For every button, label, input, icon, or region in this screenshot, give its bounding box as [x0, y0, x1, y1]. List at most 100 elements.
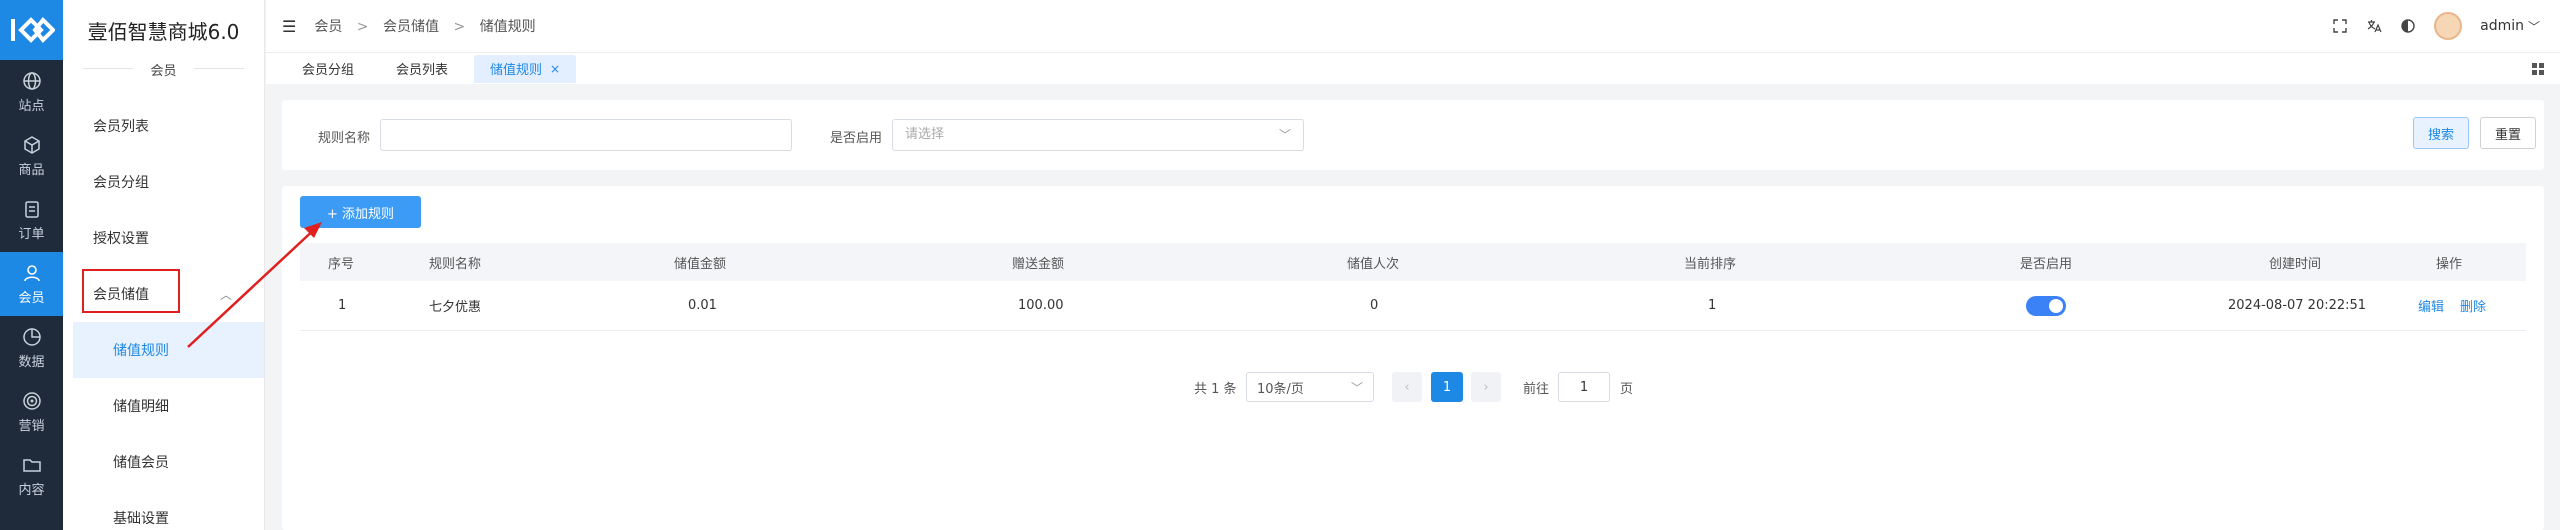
sub-sidebar: 壹佰智慧商城6.0 会员 会员列表 会员分组 授权设置 会员储值 ︿ 储值规则 …	[63, 0, 265, 530]
cell-gift: 100.00	[1018, 298, 1064, 313]
breadcrumb: 会员 > 会员储值 > 储值规则	[314, 16, 535, 36]
pagination-total: 共 1 条	[1194, 381, 1237, 397]
rail-label: 商品	[18, 162, 45, 178]
column-header: 是否启用	[2020, 256, 2073, 272]
user-name[interactable]: admin	[2480, 18, 2524, 34]
menu-toggle-icon[interactable]: ☰	[282, 17, 296, 36]
tab-member-group[interactable]: 会员分组	[286, 55, 370, 83]
sidebar-item-label: 会员分组	[93, 175, 149, 191]
sidebar-subitem-label: 储值会员	[113, 455, 169, 471]
sidebar-item-label: 会员列表	[93, 119, 149, 135]
add-rule-button[interactable]: + 添加规则	[300, 196, 421, 228]
search-button[interactable]: 搜索	[2413, 117, 2469, 149]
chevron-down-icon: ﹀	[1350, 380, 1363, 395]
rail-item-goods[interactable]: 商品	[0, 124, 63, 188]
goto-label: 前往	[1523, 381, 1550, 397]
rail-label: 营销	[18, 418, 45, 434]
column-header: 创建时间	[2269, 256, 2322, 272]
page-size-select[interactable]: 10条/页 ﹀	[1246, 372, 1374, 402]
next-page-button[interactable]: ›	[1471, 372, 1501, 402]
tab-member-list[interactable]: 会员列表	[380, 55, 464, 83]
page-number-current[interactable]: 1	[1431, 372, 1463, 402]
tab-label: 会员分组	[302, 63, 355, 78]
column-header: 当前排序	[1684, 256, 1737, 272]
column-header: 序号	[328, 256, 355, 272]
breadcrumb-separator: >	[453, 19, 466, 35]
select-placeholder: 请选择	[905, 127, 945, 142]
cell-rule-name: 七夕优惠	[429, 300, 482, 315]
chevron-up-icon: ︿	[219, 287, 232, 302]
pagination: 共 1 条 10条/页 ﹀ ‹ 1 › 前往 1 页	[0, 372, 2560, 402]
rail-item-orders[interactable]: 订单	[0, 188, 63, 252]
cell-count: 0	[1370, 298, 1379, 313]
chevron-down-icon: ﹀	[1278, 128, 1291, 142]
user-icon	[23, 264, 40, 281]
sidebar-section-title: 会员	[63, 60, 264, 79]
page-size-value: 10条/页	[1257, 381, 1304, 397]
cell-enabled	[2026, 281, 2066, 330]
page-tabs: 会员分组 会员列表 储值规则 ×	[266, 52, 2560, 84]
enabled-select[interactable]: 请选择 ﹀	[892, 119, 1304, 151]
table-row: 1 七夕优惠 0.01 100.00 0 1 2024-08-07 20:22:…	[300, 281, 2526, 331]
chevron-down-icon[interactable]: ﹀	[2528, 18, 2540, 35]
sidebar-subitem-stored-value-members[interactable]: 储值会员	[63, 434, 264, 490]
prev-page-button[interactable]: ‹	[1392, 372, 1422, 402]
folder-icon	[22, 458, 41, 472]
column-header: 赠送金额	[1012, 256, 1065, 272]
breadcrumb-item: 储值规则	[479, 19, 536, 35]
sidebar-item-member-group[interactable]: 会员分组	[63, 154, 264, 210]
rail-item-data[interactable]: 数据	[0, 316, 63, 380]
breadcrumb-item[interactable]: 会员	[314, 19, 342, 35]
rule-name-label: 规则名称	[318, 131, 371, 146]
rail-item-content[interactable]: 内容	[0, 444, 63, 508]
avatar[interactable]	[2434, 12, 2463, 40]
top-header: ☰ 会员 > 会员储值 > 储值规则 admin ﹀	[266, 0, 2560, 52]
rail-label: 会员	[18, 290, 45, 306]
page-suffix: 页	[1620, 381, 1634, 397]
sidebar-subitem-stored-value-rules[interactable]: 储值规则	[73, 322, 264, 378]
cell-sort: 1	[1708, 298, 1717, 313]
breadcrumb-separator: >	[356, 19, 369, 35]
tab-stored-value-rules[interactable]: 储值规则 ×	[474, 54, 577, 83]
header-tools: admin ﹀	[2332, 0, 2540, 52]
sidebar-subitem-label: 基础设置	[113, 511, 169, 527]
translate-icon[interactable]	[2366, 18, 2382, 34]
table-card: + 添加规则 序号 规则名称 储值金额 赠送金额 储值人次 当前排序 是否启用 …	[282, 186, 2544, 530]
filter-card: 规则名称 是否启用 请选择 ﹀ 搜索 重置	[282, 100, 2544, 170]
reset-button[interactable]: 重置	[2480, 117, 2536, 149]
breadcrumb-item[interactable]: 会员储值	[383, 19, 439, 35]
enabled-toggle[interactable]	[2026, 295, 2066, 316]
rail-label: 订单	[18, 226, 45, 242]
theme-icon[interactable]	[2400, 18, 2416, 34]
rail-label: 站点	[18, 98, 45, 114]
clipboard-icon	[24, 200, 39, 218]
sidebar-item-member-list[interactable]: 会员列表	[63, 98, 264, 154]
sidebar-item-auth-settings[interactable]: 授权设置	[63, 210, 264, 266]
delete-link[interactable]: 删除	[2460, 296, 2486, 315]
edit-link[interactable]: 编辑	[2418, 296, 2444, 315]
fullscreen-icon[interactable]	[2332, 18, 2348, 34]
sidebar-subitem-label: 储值规则	[113, 343, 169, 359]
sidebar-item-label: 授权设置	[93, 231, 149, 247]
globe-icon	[22, 71, 41, 90]
brand-title: 壹佰智慧商城6.0	[87, 19, 240, 44]
cell-actions: 编辑 删除	[2418, 281, 2486, 330]
rail-label: 内容	[18, 482, 45, 498]
app-logo[interactable]	[0, 0, 63, 60]
goto-page-input[interactable]: 1	[1558, 372, 1610, 402]
cell-index: 1	[338, 298, 347, 313]
box-icon	[23, 135, 40, 154]
icon-rail: 站点 商品 订单 会员 数据 营销 内容	[0, 0, 63, 530]
logo-icon	[10, 17, 55, 43]
close-icon[interactable]: ×	[550, 62, 560, 76]
sidebar-subitem-basic-settings[interactable]: 基础设置	[63, 490, 264, 530]
table-header: 序号 规则名称 储值金额 赠送金额 储值人次 当前排序 是否启用 创建时间 操作	[300, 243, 2526, 281]
grid-icon[interactable]	[2530, 61, 2546, 77]
rule-name-input[interactable]	[380, 119, 792, 151]
cell-amount: 0.01	[688, 298, 717, 313]
column-header: 操作	[2436, 256, 2463, 272]
rail-item-members[interactable]: 会员	[0, 252, 63, 316]
rail-label: 数据	[18, 354, 45, 370]
tab-label: 会员列表	[396, 63, 449, 78]
rail-item-site[interactable]: 站点	[0, 60, 63, 124]
